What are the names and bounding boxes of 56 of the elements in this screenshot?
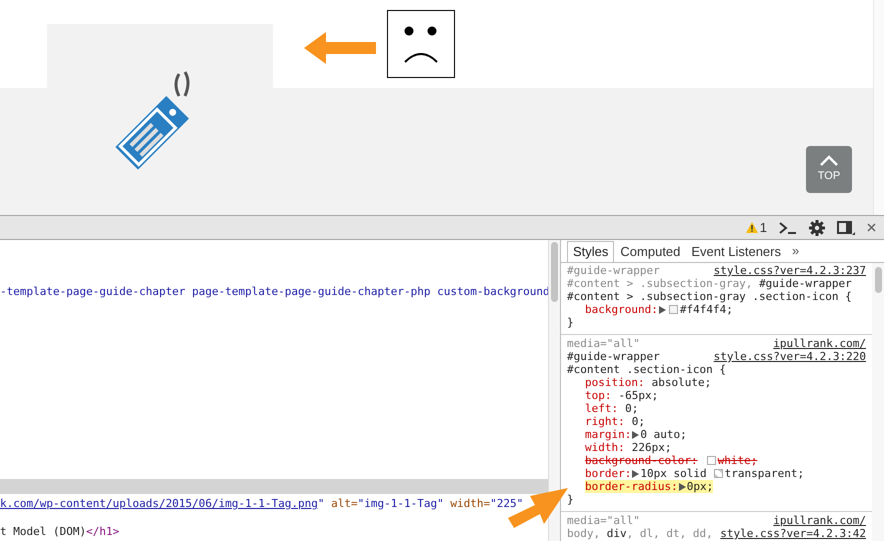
css-declaration[interactable]: right: 0; bbox=[585, 415, 645, 428]
css-declaration[interactable]: left: 0; bbox=[585, 402, 638, 415]
panel-tab[interactable]: Event Listeners bbox=[686, 241, 786, 262]
css-selector: #content > .subsection-gray .section-icon { bbox=[567, 290, 852, 303]
attribute-name: alt= bbox=[330, 497, 358, 510]
closing-brace: } bbox=[567, 493, 575, 506]
stylesheet-link[interactable]: ipullrank.com/ bbox=[773, 514, 866, 527]
attribute-value: " bbox=[318, 497, 325, 510]
css-declaration[interactable]: border-radius: 0px; bbox=[585, 480, 714, 493]
css-selector: #guide-wrapper bbox=[567, 350, 660, 363]
stylesheet-link[interactable]: ipullrank.com/ bbox=[773, 337, 866, 350]
expand-triangle-icon[interactable] bbox=[632, 430, 640, 438]
console-prompt-icon[interactable] bbox=[779, 220, 797, 234]
css-declaration[interactable]: position: absolute; bbox=[585, 376, 712, 389]
close-icon[interactable] bbox=[867, 223, 876, 232]
warning-button[interactable]: 1 bbox=[746, 218, 767, 238]
css-declaration[interactable]: width: 226px; bbox=[585, 441, 672, 454]
chevron-up-icon bbox=[820, 154, 838, 166]
stylesheet-link[interactable]: style.css?ver=4.2.3:237 bbox=[714, 264, 866, 277]
color-swatch[interactable] bbox=[668, 305, 678, 314]
css-declaration[interactable]: margin: 0 auto; bbox=[585, 428, 687, 441]
color-swatch[interactable] bbox=[714, 469, 723, 478]
stylesheet-link[interactable]: style.css?ver=4.2.3:220 bbox=[714, 350, 866, 363]
css-declaration[interactable]: background: #f4f4f4; bbox=[585, 303, 733, 316]
tag-name: </h1> bbox=[86, 525, 120, 538]
css-selector: #guide-wrapper bbox=[567, 264, 660, 277]
css-selector: #content .section-icon { bbox=[567, 363, 726, 376]
panel-tab[interactable]: Styles bbox=[567, 241, 614, 262]
attribute-value: "img-1-1-Tag" bbox=[358, 497, 444, 510]
attribute-name: width= bbox=[449, 497, 490, 510]
stylesheet-link[interactable]: style.css?ver=4.2.3:42 bbox=[720, 527, 866, 540]
css-declaration[interactable]: top: -65px; bbox=[585, 389, 658, 402]
settings-icon[interactable] bbox=[809, 220, 825, 236]
scrollbar-thumb[interactable] bbox=[874, 267, 882, 293]
more-tabs-button[interactable]: » bbox=[787, 240, 804, 261]
expand-triangle-icon[interactable] bbox=[658, 306, 666, 314]
expand-triangle-icon[interactable] bbox=[632, 470, 640, 478]
code-text: t Model (DOM) bbox=[0, 525, 86, 538]
closing-brace: } bbox=[567, 316, 575, 329]
back-to-top-button[interactable]: TOP bbox=[806, 146, 852, 193]
link[interactable]: k.com/wp-content/uploads/2015/06/img-1-1-Tag.png bbox=[0, 497, 318, 510]
css-selector: body, div, dl, dt, dd, bbox=[567, 527, 713, 540]
dock-side-icon[interactable] bbox=[837, 220, 855, 236]
scrollbar-thumb[interactable] bbox=[551, 242, 558, 302]
css-selector: media="all" bbox=[567, 514, 640, 527]
sad-face-drawing bbox=[387, 10, 455, 78]
css-declaration[interactable]: background-color: white; bbox=[585, 454, 758, 467]
warning-icon bbox=[746, 222, 758, 233]
expand-triangle-icon[interactable] bbox=[678, 482, 686, 490]
panel-tab[interactable]: Computed bbox=[615, 241, 686, 262]
attribute-value: "225" bbox=[490, 497, 524, 510]
arrow-drawing bbox=[304, 30, 376, 66]
css-declaration[interactable]: border: 10px solid transparent; bbox=[585, 467, 804, 480]
color-swatch[interactable] bbox=[706, 456, 716, 465]
css-selector: #content > .subsection-gray, #guide-wrapper bbox=[567, 277, 852, 290]
css-selector: media="all" bbox=[567, 337, 640, 350]
